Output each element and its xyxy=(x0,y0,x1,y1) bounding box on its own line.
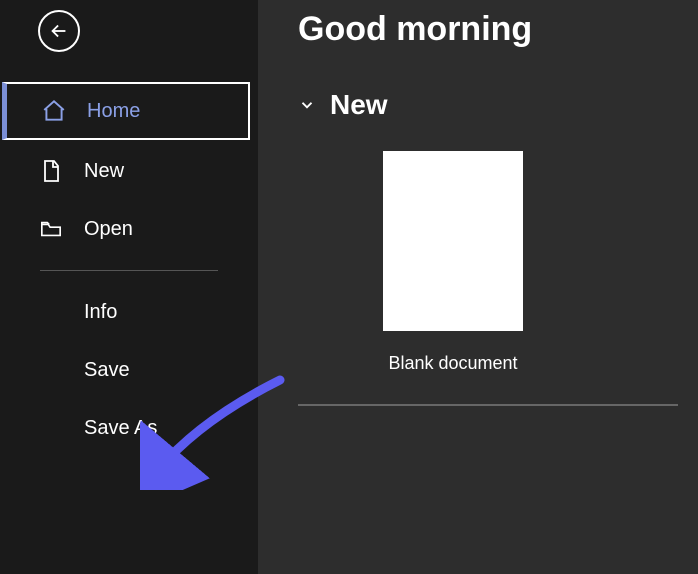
file-menu-sidebar: Home New Open Info Save Save As xyxy=(0,0,258,574)
template-label: Blank document xyxy=(388,353,517,374)
sidebar-item-save-as[interactable]: Save As xyxy=(0,399,258,457)
section-divider xyxy=(298,404,678,406)
chevron-down-icon xyxy=(298,96,316,114)
sidebar-item-open[interactable]: Open xyxy=(0,200,258,258)
sidebar-item-label: Save xyxy=(84,359,130,382)
sidebar-item-label: Save As xyxy=(84,417,157,440)
folder-open-icon xyxy=(38,216,64,242)
sidebar-item-label: New xyxy=(84,160,124,183)
greeting-title: Good morning xyxy=(298,10,678,49)
sidebar-divider xyxy=(40,270,218,271)
sidebar-item-label: Open xyxy=(84,218,133,241)
sidebar-item-label: Home xyxy=(87,100,140,123)
template-gallery: Blank document xyxy=(368,151,538,374)
section-title-new: New xyxy=(330,89,388,121)
sidebar-item-new[interactable]: New xyxy=(0,142,258,200)
arrow-left-icon xyxy=(46,18,72,44)
main-pane: Good morning New Blank document xyxy=(258,0,698,574)
sidebar-item-home[interactable]: Home xyxy=(2,82,250,140)
sidebar-item-info[interactable]: Info xyxy=(0,283,258,341)
section-new-toggle[interactable]: New xyxy=(298,89,678,121)
document-icon xyxy=(38,158,64,184)
sidebar-item-save[interactable]: Save xyxy=(0,341,258,399)
template-blank-document[interactable] xyxy=(383,151,523,331)
home-icon xyxy=(41,98,67,124)
back-button[interactable] xyxy=(38,10,80,52)
sidebar-item-label: Info xyxy=(84,301,117,324)
